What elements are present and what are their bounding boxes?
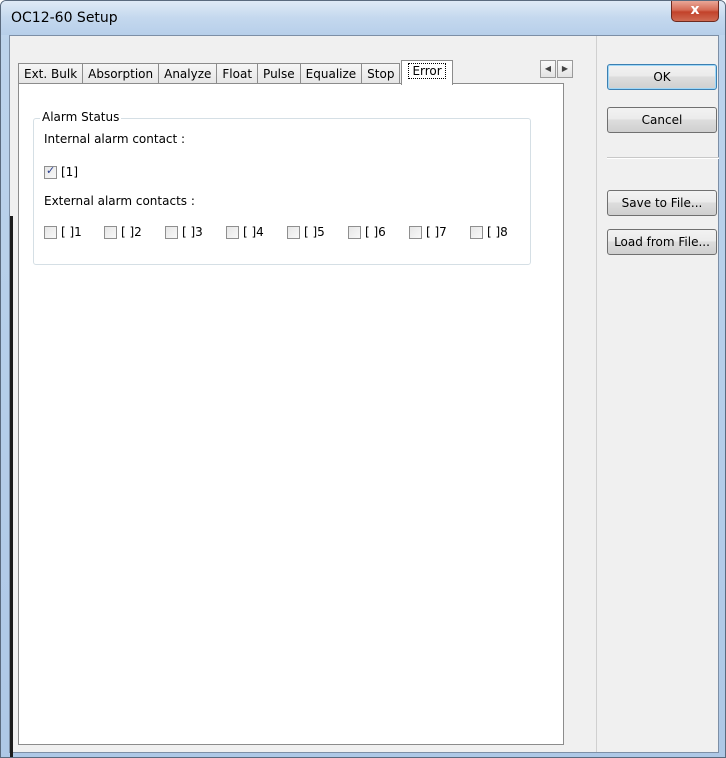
external-alarm-checkbox-1[interactable]: [ ]1 bbox=[44, 225, 82, 239]
external-alarm-checkbox-7[interactable]: [ ]7 bbox=[409, 225, 447, 239]
tab-pulse[interactable]: Pulse bbox=[257, 63, 301, 85]
checkbox-icon[interactable] bbox=[470, 225, 483, 239]
checkbox-label: [ ]4 bbox=[243, 225, 264, 239]
checkbox-label: [ ]2 bbox=[121, 225, 142, 239]
tab-analyze[interactable]: Analyze bbox=[158, 63, 218, 85]
ok-button[interactable]: OK bbox=[607, 64, 717, 90]
setup-dialog: OC12-60 Setup x Ext. Bulk Absorption Ana… bbox=[0, 0, 726, 758]
tab-control: Ext. Bulk Absorption Analyze Float Pulse… bbox=[18, 48, 578, 746]
checkbox-label: [ ]1 bbox=[61, 225, 82, 239]
window-title: OC12-60 Setup bbox=[11, 10, 118, 26]
checkbox-label: [ ]7 bbox=[426, 225, 447, 239]
internal-alarm-checkbox[interactable]: [1] bbox=[44, 164, 78, 179]
tab-float[interactable]: Float bbox=[216, 63, 259, 85]
tab-scroll-right-icon[interactable]: ▶ bbox=[557, 60, 573, 78]
checkbox-label: [ ]8 bbox=[487, 225, 508, 239]
tab-absorption[interactable]: Absorption bbox=[82, 63, 160, 85]
tab-stop[interactable]: Stop bbox=[361, 63, 401, 85]
tab-strip: Ext. Bulk Absorption Analyze Float Pulse… bbox=[18, 60, 453, 85]
checkbox-label: [ ]3 bbox=[182, 225, 203, 239]
external-alarm-checkbox-3[interactable]: [ ]3 bbox=[165, 225, 203, 239]
title-bar[interactable]: OC12-60 Setup x bbox=[1, 1, 725, 35]
group-title: Alarm Status bbox=[40, 110, 122, 124]
cancel-button[interactable]: Cancel bbox=[607, 107, 717, 133]
internal-alarm-label: Internal alarm contact : bbox=[44, 132, 186, 146]
external-alarm-checkbox-4[interactable]: [ ]4 bbox=[226, 225, 264, 239]
checkbox-icon[interactable] bbox=[165, 225, 178, 239]
checkbox-icon[interactable] bbox=[409, 225, 422, 239]
tab-scroll-left-icon[interactable]: ◀ bbox=[540, 60, 556, 78]
separator bbox=[607, 157, 719, 159]
checkbox-label: [ ]6 bbox=[365, 225, 386, 239]
external-alarm-checkbox-2[interactable]: [ ]2 bbox=[104, 225, 142, 239]
load-from-file-button[interactable]: Load from File... bbox=[607, 229, 717, 255]
tab-scroll-buttons: ◀ ▶ bbox=[540, 60, 574, 78]
checkbox-icon[interactable] bbox=[348, 225, 361, 239]
checkbox-icon[interactable] bbox=[104, 225, 117, 239]
checkbox-icon[interactable] bbox=[44, 225, 57, 239]
dialog-client-area: Ext. Bulk Absorption Analyze Float Pulse… bbox=[9, 35, 719, 757]
checkbox-icon[interactable] bbox=[226, 225, 239, 239]
external-alarm-checkbox-5[interactable]: [ ]5 bbox=[287, 225, 325, 239]
alarm-status-group: Alarm Status Internal alarm contact : [1… bbox=[33, 110, 531, 265]
close-icon: x bbox=[690, 2, 700, 18]
left-edge-bar bbox=[10, 216, 13, 757]
external-alarm-checkbox-8[interactable]: [ ]8 bbox=[470, 225, 508, 239]
tab-error-label: Error bbox=[408, 63, 446, 79]
side-button-panel: OK Cancel Save to File... Load from File… bbox=[596, 36, 719, 752]
close-button[interactable]: x bbox=[671, 1, 719, 22]
checkbox-checked-icon[interactable] bbox=[44, 164, 57, 179]
tab-page-error: Alarm Status Internal alarm contact : [1… bbox=[18, 83, 564, 745]
tab-ext-bulk[interactable]: Ext. Bulk bbox=[18, 63, 84, 85]
save-to-file-button[interactable]: Save to File... bbox=[607, 190, 717, 216]
external-alarm-label: External alarm contacts : bbox=[44, 194, 195, 208]
checkbox-label: [ ]5 bbox=[304, 225, 325, 239]
checkbox-icon[interactable] bbox=[287, 225, 300, 239]
tab-equalize[interactable]: Equalize bbox=[299, 63, 363, 85]
external-alarm-checkbox-6[interactable]: [ ]6 bbox=[348, 225, 386, 239]
checkbox-label: [1] bbox=[61, 165, 78, 179]
tab-error[interactable]: Error bbox=[401, 60, 453, 85]
